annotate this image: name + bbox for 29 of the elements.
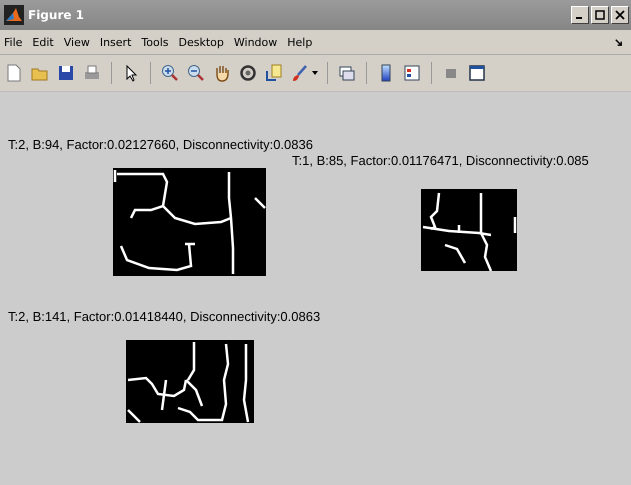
- close-button[interactable]: [611, 6, 629, 24]
- peak-logo-icon: [4, 5, 24, 25]
- window-panel-icon[interactable]: [467, 63, 487, 83]
- maximize-icon: [595, 10, 605, 20]
- zoom-in-icon[interactable]: [160, 63, 180, 83]
- plot-title: T:2, B:94, Factor:0.02127660, Disconnectivity:0.0836: [8, 137, 313, 152]
- rotate-icon[interactable]: [238, 63, 258, 83]
- menu-item[interactable]: Desktop: [178, 36, 224, 48]
- menu-item[interactable]: Edit: [32, 36, 54, 48]
- plot-title: T:2, B:141, Factor:0.01418440, Disconnectivity:0.0863: [8, 309, 320, 324]
- caret-icon[interactable]: [312, 70, 318, 76]
- zoom-out-icon[interactable]: [186, 63, 206, 83]
- menu-item[interactable]: Tools: [141, 36, 169, 48]
- brush-icon[interactable]: [290, 63, 310, 83]
- save-icon[interactable]: [56, 63, 76, 83]
- minimize-button[interactable]: [571, 6, 589, 24]
- menu-item[interactable]: Insert: [100, 36, 132, 48]
- menu-item[interactable]: Help: [287, 36, 312, 48]
- menu-item[interactable]: View: [64, 36, 90, 48]
- close-icon: [615, 10, 625, 20]
- menu-item[interactable]: File: [4, 36, 22, 48]
- menu-item[interactable]: Window: [234, 36, 278, 48]
- window-title: Figure 1: [28, 8, 86, 22]
- dock-arrow-icon[interactable]: [614, 38, 623, 46]
- maximize-button[interactable]: [591, 6, 609, 24]
- plot-title: T:1, B:85, Factor:0.01176471, Disconnectivity:0.085: [292, 153, 589, 168]
- minimize-icon: [576, 17, 582, 19]
- data-cursor-icon[interactable]: [264, 63, 284, 83]
- legend-icon[interactable]: [402, 63, 422, 83]
